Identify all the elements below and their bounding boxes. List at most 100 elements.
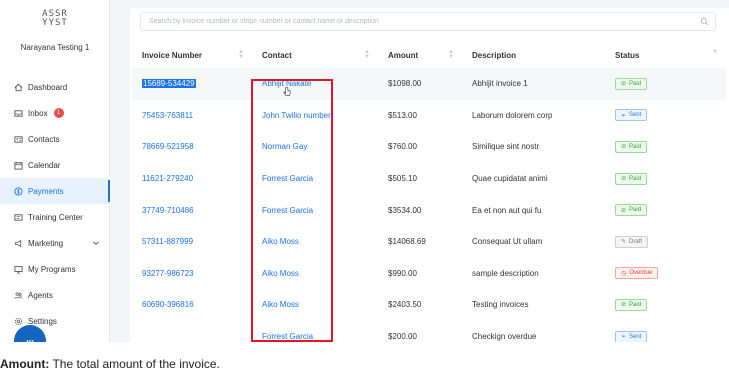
sidebar-item-label: Settings <box>28 316 57 326</box>
contact-cell[interactable]: Forrest Garcia <box>252 321 378 342</box>
column-header-invoice-number[interactable]: Invoice Number ▲ ▼ <box>132 42 252 68</box>
invoice-number-link[interactable]: 75453-763811 <box>142 111 193 120</box>
contact-link[interactable]: Norman Gay <box>262 142 307 151</box>
invoice-number-cell[interactable]: 37749-710486 <box>132 194 252 226</box>
invoice-number-cell[interactable]: 75453-763811 <box>132 100 252 132</box>
invoice-number-link[interactable]: 11621-279240 <box>142 174 193 183</box>
sidebar-item-payments[interactable]: Payments <box>0 178 110 204</box>
account-name[interactable]: Narayana Testing 1 <box>0 43 110 52</box>
sidebar-item-dashboard[interactable]: Dashboard <box>0 74 110 100</box>
invoice-number-cell[interactable]: 60690-396816 <box>132 289 252 321</box>
sidebar-item-agents[interactable]: Agents <box>0 282 110 308</box>
calendar-icon <box>13 160 23 170</box>
check-circle-icon: ⊘ <box>621 81 627 88</box>
invoice-number-link[interactable]: 60690-396816 <box>142 300 194 309</box>
contact-cell[interactable]: John Twilio number <box>252 100 378 132</box>
sort-icon[interactable]: ▲ ▼ <box>364 49 370 60</box>
column-header-label: Status <box>615 50 640 60</box>
status-badge: ⊘ Paid <box>615 172 648 185</box>
send-icon: ➢ <box>621 112 627 119</box>
status-badge: ⊘ Paid <box>615 204 648 217</box>
contact-link[interactable]: Aiko Moss <box>262 237 299 246</box>
sort-icon[interactable]: ▲ ▼ <box>238 49 244 60</box>
invoice-number-cell[interactable]: 15689-534429 <box>132 68 252 100</box>
sidebar-item-my-programs[interactable]: My Programs <box>0 256 110 282</box>
contact-link[interactable]: Aiko Moss <box>262 300 299 309</box>
table-row[interactable]: Forrest Garcia $200.00 Checkign overdue … <box>132 321 726 342</box>
sidebar-item-marketing[interactable]: Marketing <box>0 230 110 256</box>
contact-link[interactable]: Forrest Garcia <box>262 174 313 183</box>
sidebar-item-label: Dashboard <box>28 82 68 92</box>
search-icon[interactable] <box>700 17 709 26</box>
status-cell: ⊘ Paid <box>605 163 726 195</box>
sidebar: ASSR YYST Narayana Testing 1 Dashboard I… <box>0 0 110 342</box>
send-icon: ➢ <box>621 334 627 341</box>
status-label: Paid <box>629 143 642 150</box>
invoice-number-link[interactable]: 93277-986723 <box>142 269 194 278</box>
column-header-amount[interactable]: Amount ▲ ▼ <box>378 42 462 68</box>
sidebar-item-label: Payments <box>28 186 64 196</box>
sidebar-item-contacts[interactable]: Contacts <box>0 126 110 152</box>
sidebar-item-label: Marketing <box>28 238 64 248</box>
sidebar-item-calendar[interactable]: Calendar <box>0 152 110 178</box>
sidebar-item-label: My Programs <box>28 264 76 274</box>
sidebar-item-label: Training Center <box>28 212 83 222</box>
contact-cell[interactable]: Aiko Moss <box>252 258 378 290</box>
contact-cell[interactable]: Forrest Garcia <box>252 163 378 195</box>
sidebar-item-training-center[interactable]: Training Center <box>0 204 110 230</box>
table-row[interactable]: 57311-887999 Aiko Moss $14068.69 Consequ… <box>132 226 726 258</box>
invoice-number-cell[interactable]: 57311-887999 <box>132 226 252 258</box>
contact-cell[interactable]: Abhijit Nakate <box>252 68 378 100</box>
invoice-number-cell[interactable] <box>132 321 252 342</box>
contact-link[interactable]: John Twilio number <box>262 111 331 120</box>
table-row[interactable]: 60690-396816 Aiko Moss $2403.50 Testing … <box>132 289 726 321</box>
contact-link[interactable]: Forrest Garcia <box>262 206 313 215</box>
description-cell: Ea et non aut qui fu <box>472 205 542 215</box>
contact-cell[interactable]: Aiko Moss <box>252 226 378 258</box>
description-cell: Consequat Ut ullam <box>472 237 543 247</box>
status-badge: ✎ Draft <box>615 235 649 248</box>
contact-cell[interactable]: Norman Gay <box>252 131 378 163</box>
column-header-description: Description <box>462 42 605 68</box>
status-label: Paid <box>629 80 642 87</box>
status-cell: ◷ Overdue <box>605 258 726 290</box>
table-row[interactable]: 78669-521958 Norman Gay $760.00 Similiqu… <box>132 131 726 163</box>
amount-cell: $2403.50 <box>388 300 422 310</box>
contact-cell[interactable]: Aiko Moss <box>252 289 378 321</box>
invoice-number-link[interactable]: 15689-534429 <box>142 79 196 89</box>
amount-cell: $3534.00 <box>388 205 422 215</box>
sidebar-item-label: Calendar <box>28 160 61 170</box>
contact-cell[interactable]: Forrest Garcia <box>252 194 378 226</box>
table-row[interactable]: 37749-710486 Forrest Garcia $3534.00 Ea … <box>132 194 726 226</box>
settings-icon <box>13 316 23 326</box>
status-label: Paid <box>629 301 642 308</box>
table-row[interactable]: 11621-279240 Forrest Garcia $505.10 Quae… <box>132 163 726 195</box>
sort-icon[interactable]: ▲ ▼ <box>448 49 454 60</box>
caption-text: The total amount of the invoice. <box>49 357 220 371</box>
search-input[interactable]: Search by invoice number or stripe numbe… <box>140 12 716 31</box>
column-header-label: Contact <box>262 50 292 60</box>
column-header-status[interactable]: Status ▼ <box>605 42 726 68</box>
status-cell: ➢ Sent <box>605 100 726 132</box>
invoice-number-link[interactable]: 57311-887999 <box>142 237 193 246</box>
sidebar-item-inbox[interactable]: Inbox 1 <box>0 100 110 126</box>
invoice-number-cell[interactable]: 11621-279240 <box>132 163 252 195</box>
status-badge: ➢ Sent <box>615 330 648 342</box>
amount-cell: $14068.69 <box>388 237 426 247</box>
column-header-contact[interactable]: Contact ▲ ▼ <box>252 42 378 68</box>
invoice-number-link[interactable]: 37749-710486 <box>142 206 194 215</box>
contact-link[interactable]: Forrest Garcia <box>262 332 313 341</box>
filter-icon[interactable]: ▼ <box>712 49 718 60</box>
invoice-number-cell[interactable]: 93277-986723 <box>132 258 252 290</box>
status-badge: ◷ Overdue <box>615 267 659 280</box>
check-circle-icon: ⊘ <box>621 207 627 214</box>
chevron-down-icon[interactable] <box>92 239 100 247</box>
check-circle-icon: ⊘ <box>621 176 627 183</box>
table-row[interactable]: 75453-763811 John Twilio number $513.00 … <box>132 100 726 132</box>
invoice-number-cell[interactable]: 78669-521958 <box>132 131 252 163</box>
table-row[interactable]: 15689-534429 Abhijit Nakate $1098.00 Abh… <box>132 68 726 100</box>
contact-link[interactable]: Aiko Moss <box>262 269 299 278</box>
invoice-number-link[interactable]: 78669-521958 <box>142 142 194 151</box>
table-row[interactable]: 93277-986723 Aiko Moss $990.00 sample de… <box>132 258 726 290</box>
chat-icon <box>26 340 34 342</box>
